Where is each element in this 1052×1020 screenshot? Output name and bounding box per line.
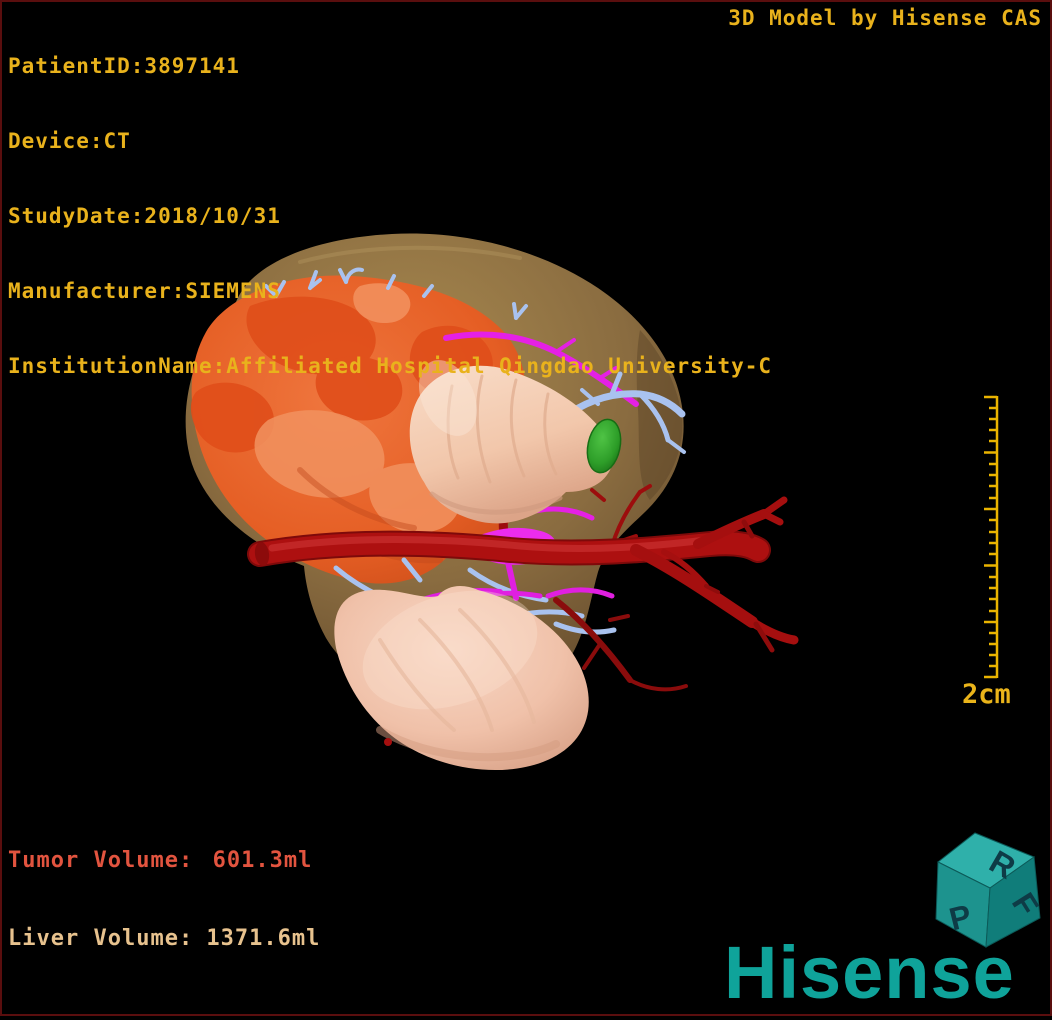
liver-volume-label: Liver Volume: (8, 926, 194, 951)
institution-text: InstitutionName:Affiliated Hospital Qing… (8, 354, 773, 378)
watermark-text: 3D Model by Hisense CAS (728, 6, 1042, 30)
liver-volume-value: 1371.6ml (206, 926, 321, 951)
tumor-volume-value: 601.3ml (212, 848, 313, 873)
patient-id-text: PatientID:3897141 (8, 54, 240, 78)
hisense-logo: Hisense (724, 931, 1015, 1014)
study-date-text: StudyDate:2018/10/31 (8, 204, 281, 228)
scale-ruler (984, 395, 999, 679)
device-text: Device:CT (8, 129, 131, 153)
manufacturer-text: Manufacturer:SIEMENS (8, 279, 281, 303)
orientation-cube[interactable]: R P F (935, 832, 1046, 948)
tumor-volume-label: Tumor Volume: (8, 848, 194, 873)
volume-readouts: Tumor Volume: 601.3ml Liver Volume: 1371… (8, 796, 321, 1004)
liver-volume-row: Liver Volume: 1371.6ml (8, 926, 321, 952)
dicom-metadata-overlay: PatientID:3897141 Device:CT StudyDate:20… (8, 4, 772, 429)
tumor-volume-row: Tumor Volume: 601.3ml (8, 848, 312, 874)
scale-label: 2cm (962, 679, 1011, 710)
cas-3d-viewport[interactable]: 2cm R P F PatientID:3897141 Device:CT St… (0, 0, 1052, 1020)
